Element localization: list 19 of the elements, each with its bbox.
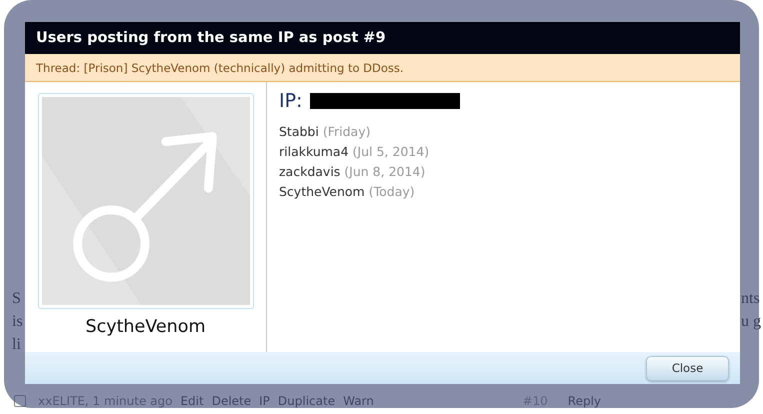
post-text: is — [12, 312, 23, 332]
user-entry: ScytheVenom (Today) — [279, 184, 416, 199]
dialog-title: Users posting from the same IP as post #9 — [25, 22, 740, 54]
thread-bar: Thread: [Prison] ScytheVenom (technically) admitting to DDoss. — [25, 54, 740, 82]
close-button[interactable]: Close — [646, 356, 729, 380]
post-action-link[interactable]: Delete — [212, 394, 252, 408]
ip-label: IP: — [279, 90, 302, 112]
user-name: ScytheVenom — [85, 317, 206, 337]
user-entry: rilakkuma4 (Jul 5, 2014) — [279, 144, 430, 159]
post-action-link[interactable]: Edit — [180, 394, 204, 408]
reply-link[interactable]: Reply — [568, 394, 601, 408]
checkbox[interactable] — [14, 395, 26, 407]
post-action-link[interactable]: IP — [259, 394, 270, 408]
post-text: li — [12, 335, 21, 355]
post-action-link[interactable]: Warn — [343, 394, 374, 408]
user-entry: zackdavis (Jun 8, 2014) — [279, 164, 426, 179]
post-action-link[interactable]: Duplicate — [278, 394, 336, 408]
post-text: S — [12, 289, 21, 309]
user-entry: Stabbi (Friday) — [279, 124, 372, 139]
